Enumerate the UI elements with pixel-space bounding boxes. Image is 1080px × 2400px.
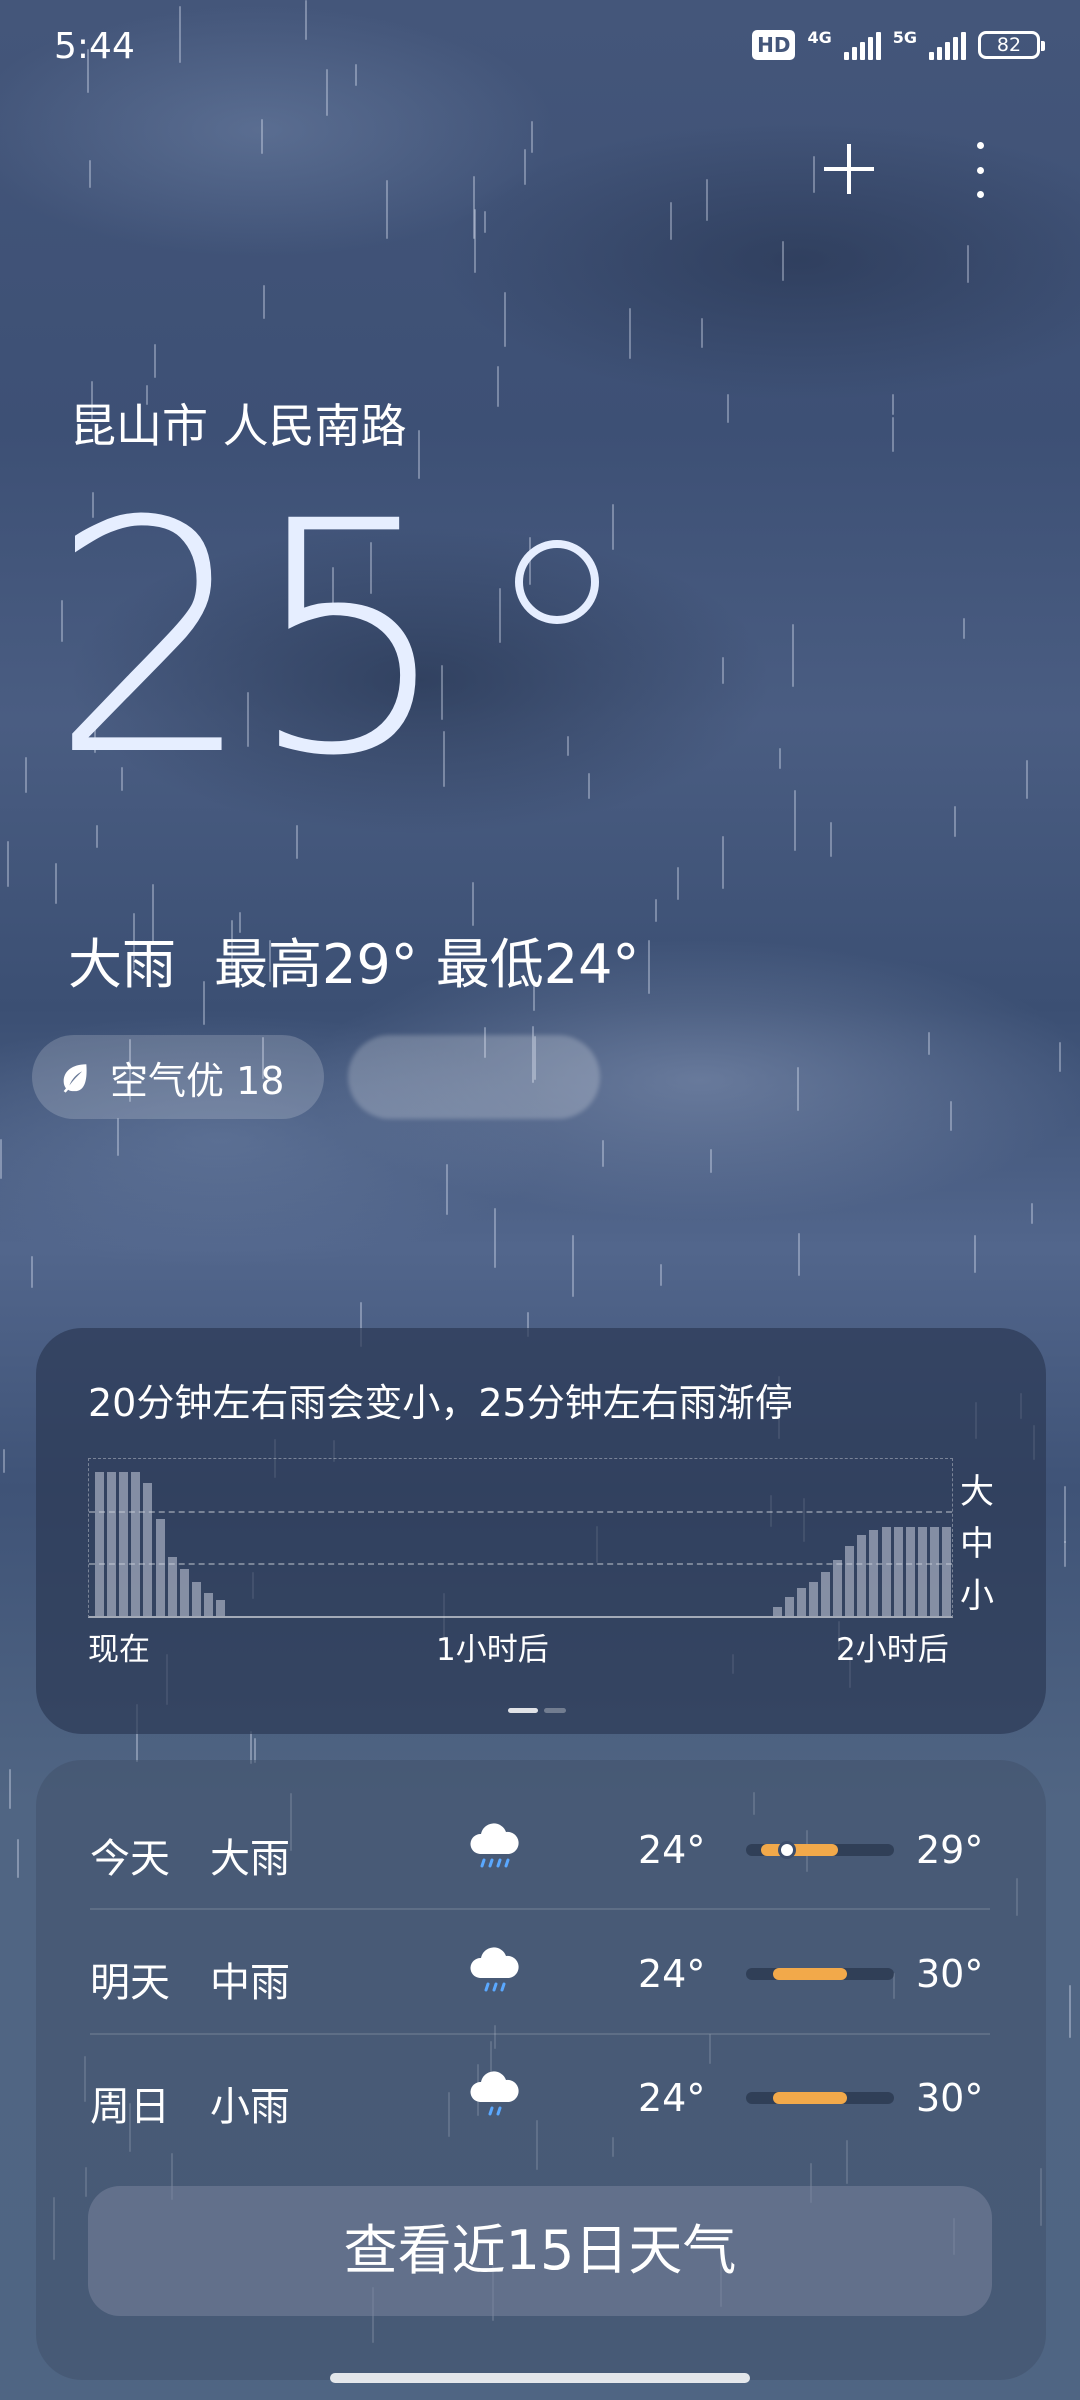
temp-range-bar: [746, 1968, 894, 1980]
network-type-5g: 5G: [892, 28, 917, 47]
rain-intensity-bar: [167, 1556, 177, 1616]
rain-intensity-bar: [216, 1600, 225, 1616]
rain-intensity-bar: [833, 1559, 843, 1616]
air-quality-chip[interactable]: 空气优 18: [32, 1035, 324, 1119]
battery-icon: 82: [978, 31, 1045, 59]
minute-rain-card[interactable]: 20分钟左右雨会变小，25分钟左右雨渐停 大 中 小 现在 1小时后 2小时后: [36, 1328, 1046, 1734]
rain-intensity-chart: [88, 1458, 953, 1618]
air-quality-label: 空气优 18: [110, 1058, 285, 1103]
x-label-now: 现在: [88, 1632, 150, 1668]
status-icons: HD 4G 5G 82: [752, 28, 1045, 60]
blurred-chip[interactable]: [348, 1035, 600, 1119]
rain-intensity-bar: [772, 1606, 782, 1616]
more-options-icon[interactable]: [970, 142, 990, 198]
rain-intensity-bar: [881, 1527, 891, 1616]
rain-intensity-bar: [917, 1527, 927, 1616]
signal-icon: [929, 30, 966, 60]
forecast-row-today[interactable]: 今天 大雨 24° 29°: [54, 1786, 983, 1910]
forecast-day: 今天: [90, 1836, 170, 1882]
signal-icon: [843, 30, 881, 60]
degree-symbol: [515, 540, 599, 624]
status-time: 5:44: [54, 26, 135, 67]
forecast-condition: 中雨: [210, 1960, 290, 2006]
rain-intensity-bar: [143, 1483, 153, 1616]
rain-intensity-bar: [119, 1472, 129, 1616]
weather-summary: 大雨 最高29° 最低24°: [68, 920, 677, 999]
level-label-light: 小: [960, 1576, 994, 1616]
level-line-heavy: [89, 1511, 952, 1513]
current-temp-marker: [778, 1841, 797, 1859]
temp-range-bar: [746, 1841, 894, 1859]
rain-intensity-bar: [95, 1472, 104, 1616]
rain-intensity-bar: [796, 1587, 806, 1616]
forecast-high: 29°: [916, 1828, 984, 1872]
rain-intensity-bar: [857, 1534, 867, 1616]
rain-intensity-bar: [942, 1527, 951, 1616]
x-label-1h: 1小时后: [436, 1632, 549, 1668]
rain-intensity-bar: [155, 1519, 165, 1616]
rain-intensity-bar: [821, 1572, 830, 1616]
rain-summary: 20分钟左右雨会变小，25分钟左右雨渐停: [88, 1381, 793, 1425]
rain-intensity-bar: [203, 1592, 213, 1616]
forecast-low: 24°: [638, 2076, 706, 2120]
forecast-low: 24°: [638, 1828, 706, 1872]
forecast-condition: 小雨: [210, 2084, 290, 2130]
forecast-row-sunday[interactable]: 周日 小雨 24° 30°: [54, 2034, 983, 2158]
temp-range-fill: [772, 2092, 847, 2104]
view-15-day-button[interactable]: 查看近15日天气: [88, 2186, 992, 2316]
add-city-icon[interactable]: [820, 140, 878, 198]
rain-intensity-bar: [131, 1472, 141, 1616]
temp-range-bar: [746, 2092, 894, 2104]
temp-range-fill: [772, 1968, 847, 1980]
level-label-heavy: 大: [960, 1472, 994, 1512]
rain-intensity-bar: [179, 1569, 189, 1616]
light-rain-icon: [470, 2071, 519, 2116]
level-line-moderate: [89, 1563, 952, 1565]
page-indicator: [508, 1708, 566, 1713]
status-bar: 5:44 HD 4G 5G 82: [0, 0, 1080, 100]
level-label-moderate: 中: [960, 1524, 994, 1564]
location-title: 昆山市 人民南路: [70, 399, 407, 453]
network-type-4g: 4G: [807, 28, 832, 47]
heavy-rain-icon: [470, 1823, 519, 1868]
rain-intensity-bar: [845, 1545, 855, 1616]
current-temperature: 25: [50, 454, 451, 826]
low-temp: 最低24°: [435, 933, 640, 996]
forecast-high: 30°: [916, 1952, 984, 1996]
home-indicator[interactable]: [330, 2373, 750, 2383]
forecast-condition: 大雨: [210, 1836, 290, 1882]
rain-intensity-bar: [869, 1530, 879, 1616]
forecast-day: 明天: [90, 1960, 170, 2006]
rain-intensity-bar: [929, 1527, 939, 1616]
hd-voice-icon: HD: [752, 30, 796, 60]
leaf-icon: [63, 1064, 87, 1093]
x-label-2h: 2小时后: [836, 1632, 949, 1668]
rain-intensity-bar: [893, 1527, 903, 1616]
temp-range-fill: [760, 1844, 838, 1856]
forecast-high: 30°: [916, 2076, 984, 2120]
rain-intensity-bar: [191, 1581, 201, 1616]
high-temp: 最高29°: [214, 933, 418, 996]
condition-text: 大雨: [68, 933, 176, 996]
forecast-day: 周日: [90, 2084, 170, 2130]
rain-intensity-bar: [107, 1472, 117, 1616]
rain-intensity-bar: [784, 1597, 794, 1616]
moderate-rain-icon: [470, 1947, 519, 1992]
forecast-low: 24°: [638, 1952, 706, 1996]
rain-intensity-bar: [808, 1581, 818, 1616]
forecast-row-tomorrow[interactable]: 明天 中雨 24° 30°: [54, 1910, 983, 2034]
rain-intensity-bar: [905, 1527, 915, 1616]
